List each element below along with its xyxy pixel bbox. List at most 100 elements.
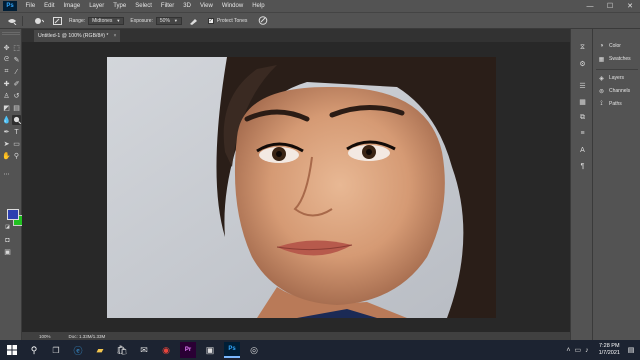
eyedropper-tool-icon[interactable]: ⁄ [12, 67, 21, 77]
layers-icon: ◈ [599, 75, 604, 82]
task-view-icon[interactable]: ❐ [48, 342, 64, 358]
paths-icon: ⟟ [600, 100, 603, 107]
options-bar: Range: Midtones ▼ Exposure: 50% ▼ ✓ Prot… [0, 12, 640, 29]
libraries-panel-icon[interactable]: ▦ [578, 97, 587, 106]
quick-select-tool-icon[interactable]: ✎ [12, 55, 21, 65]
canvas-photo[interactable] [107, 57, 496, 318]
collapsed-panel-strip: ⧖ ⚙ ☰ ▦ ⧉ ≡ A ¶ [570, 29, 592, 340]
styles-panel-icon[interactable]: ⧉ [578, 113, 587, 122]
properties-panel-icon[interactable]: ☰ [578, 81, 587, 90]
panel-color[interactable]: ◑ Color [598, 41, 621, 51]
airbrush-icon[interactable] [188, 15, 200, 26]
panel-channels[interactable]: ⊚ Channels [598, 86, 630, 96]
quick-mask-icon[interactable]: ◘ [3, 235, 12, 245]
photoshop-taskbar-icon[interactable]: Ps [224, 342, 240, 358]
chrome-icon[interactable]: ◉ [158, 342, 174, 358]
panel-paths-label: Paths [609, 101, 622, 107]
range-value: Midtones [92, 17, 113, 24]
move-tool-icon[interactable]: ✥ [2, 43, 11, 53]
obs-icon[interactable]: ◎ [246, 342, 262, 358]
dodge-tool-preset-icon[interactable] [6, 15, 18, 26]
hand-tool-icon[interactable]: ✋ [2, 151, 11, 161]
adjustments-panel-icon[interactable]: ⚙ [578, 59, 587, 68]
dodge-tool-icon[interactable] [12, 115, 21, 125]
blur-tool-icon[interactable]: 💧 [2, 115, 11, 125]
chevron-down-icon: ▼ [116, 18, 121, 23]
edge-icon[interactable]: ⓔ [70, 342, 86, 358]
eraser-tool-icon[interactable]: ◩ [2, 103, 11, 113]
menu-image[interactable]: Image [59, 3, 85, 9]
character-panel-icon[interactable]: A [578, 146, 587, 155]
panel-layers-label: Layers [609, 75, 625, 81]
path-selection-tool-icon[interactable]: ➤ [2, 139, 11, 149]
default-colors-icon[interactable]: ◪ [3, 222, 12, 232]
screen-mode-icon[interactable]: ▣ [3, 247, 12, 257]
crop-tool-icon[interactable]: ⌗ [2, 67, 11, 77]
panel-swatches[interactable]: ▦ Swatches [598, 54, 631, 64]
network-icon[interactable]: ▭ [574, 346, 581, 354]
panel-swatches-label: Swatches [609, 56, 631, 62]
chevron-down-icon: ▼ [173, 18, 178, 23]
premiere-icon[interactable]: Pr [180, 342, 196, 358]
menu-edit[interactable]: Edit [40, 3, 59, 9]
paragraph-panel-icon[interactable]: ¶ [578, 162, 587, 171]
marquee-tool-icon[interactable]: ⬚ [12, 43, 21, 53]
volume-icon[interactable]: ♪ [585, 347, 589, 354]
panel-paths[interactable]: ⟟ Paths [598, 99, 622, 109]
rectangle-tool-icon[interactable]: ▭ [12, 139, 21, 149]
menu-filter[interactable]: Filter [156, 3, 178, 9]
pressure-size-icon[interactable] [257, 15, 269, 26]
divider [22, 15, 23, 26]
windows-start-icon[interactable] [4, 342, 20, 358]
canvas-area[interactable] [22, 42, 570, 332]
chevron-up-icon[interactable]: ˄ [566, 347, 570, 354]
clock[interactable]: 7:28 PM 1/7/2021 [599, 343, 620, 357]
panel-layers[interactable]: ◈ Layers [598, 73, 624, 83]
history-panel-icon[interactable]: ⧖ [578, 43, 587, 52]
exposure-input[interactable]: 50% ▼ [155, 16, 182, 25]
gradient-tool-icon[interactable]: ▤ [12, 103, 21, 113]
close-button[interactable]: ✕ [620, 0, 640, 12]
zoom-tool-icon[interactable]: ⚲ [12, 151, 21, 161]
menu-3d[interactable]: 3D [179, 3, 196, 9]
menu-view[interactable]: View [195, 3, 217, 9]
menu-type[interactable]: Type [109, 3, 131, 9]
status-zoom[interactable]: 100% [39, 334, 51, 339]
menu-select[interactable]: Select [131, 3, 157, 9]
brush-settings-panel-icon[interactable]: ≡ [578, 129, 587, 138]
search-icon[interactable]: ⚲ [26, 342, 42, 358]
brush-size-icon[interactable] [33, 15, 45, 26]
store-icon[interactable]: 🛍 [114, 342, 130, 358]
media-player-icon[interactable]: ▣ [202, 342, 218, 358]
type-tool-icon[interactable]: T [12, 127, 21, 137]
brush-panel-icon[interactable] [51, 15, 63, 26]
notifications-icon[interactable]: ▤ [626, 344, 636, 356]
status-doc-size: Doc: 1.33M/1.33M [68, 333, 106, 339]
document-tab-title: Untitled-1 @ 100% (RGB/8#) * [38, 33, 109, 39]
exposure-value: 50% [159, 17, 170, 24]
range-select[interactable]: Midtones ▼ [88, 16, 125, 25]
menu-layer[interactable]: Layer [85, 3, 109, 9]
brush-tool-icon[interactable]: ✐ [12, 79, 21, 89]
panel-grip[interactable] [2, 32, 20, 35]
minimize-button[interactable]: — [580, 0, 600, 12]
menu-file[interactable]: File [21, 3, 40, 9]
foreground-color-swatch[interactable] [7, 209, 19, 220]
range-label: Range: [69, 17, 86, 24]
document-tab-bar: Untitled-1 @ 100% (RGB/8#) * × [22, 29, 570, 42]
close-tab-icon[interactable]: × [113, 33, 116, 39]
clone-stamp-tool-icon[interactable]: ♙ [2, 91, 11, 101]
folder-icon[interactable]: ▰ [92, 342, 108, 358]
menu-help[interactable]: Help [248, 3, 269, 9]
protect-tones-checkbox[interactable]: ✓ [207, 17, 214, 24]
lasso-tool-icon[interactable]: ᘓ [2, 55, 11, 65]
panel-channels-label: Channels [609, 88, 631, 94]
mail-icon[interactable]: ✉ [136, 342, 152, 358]
healing-brush-tool-icon[interactable]: ✚ [2, 79, 11, 89]
maximize-button[interactable]: ☐ [600, 0, 620, 12]
history-brush-tool-icon[interactable]: ↺ [12, 91, 21, 101]
menu-window[interactable]: Window [217, 3, 247, 9]
edit-toolbar-icon[interactable]: ⋯ [2, 169, 11, 179]
pen-tool-icon[interactable]: ✒ [2, 127, 11, 137]
document-tab[interactable]: Untitled-1 @ 100% (RGB/8#) * × [34, 30, 121, 42]
